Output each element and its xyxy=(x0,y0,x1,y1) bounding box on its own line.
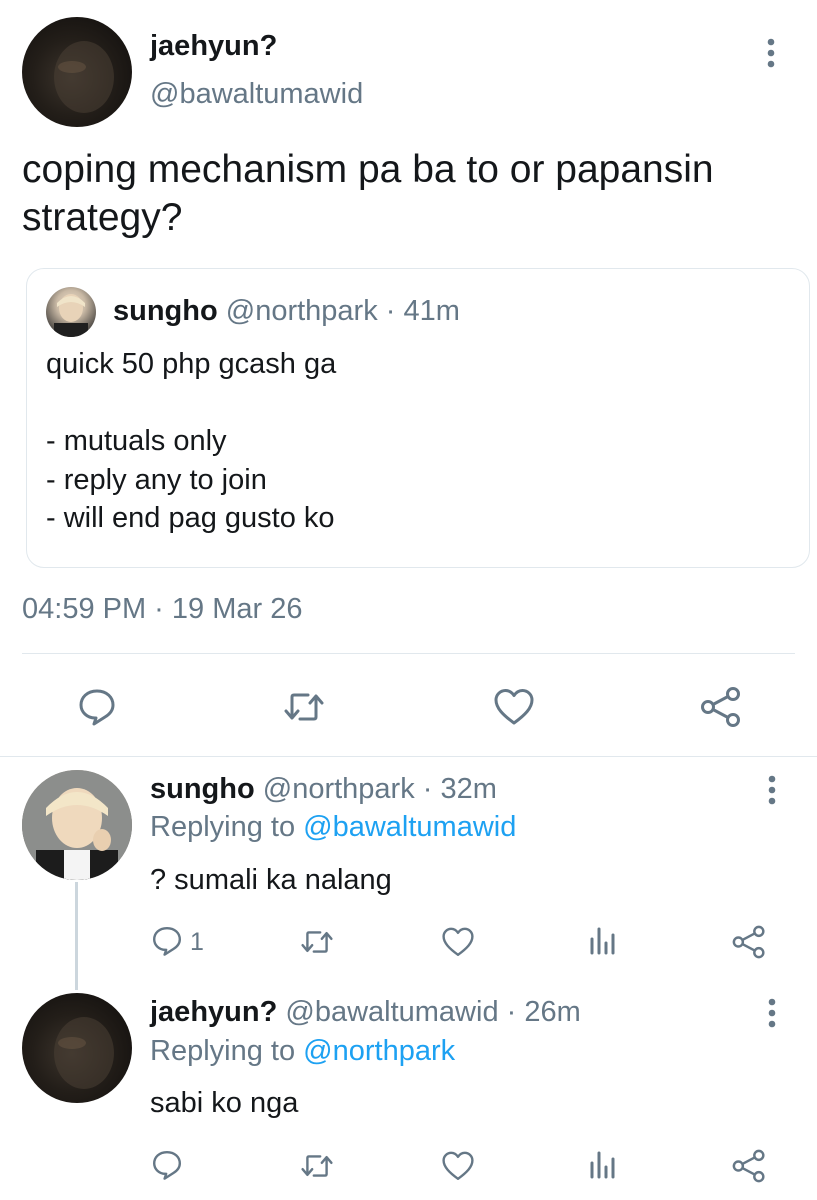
reply-text: sabi ko nga xyxy=(150,1087,299,1119)
reply-avatar[interactable] xyxy=(22,770,132,880)
quoted-text-line-2: - mutuals only xyxy=(46,425,227,457)
quoted-handle: @northpark xyxy=(225,295,378,327)
divider xyxy=(22,653,795,654)
retweet-icon[interactable] xyxy=(282,687,326,727)
tweet-text-line-1: coping mechanism pa ba to or papansin xyxy=(22,148,714,191)
reply-handle[interactable]: @bawaltumawid xyxy=(285,996,498,1028)
retweet-icon[interactable] xyxy=(299,926,335,958)
author-avatar[interactable] xyxy=(22,17,132,127)
thread-connector-line xyxy=(75,882,78,990)
reply-icon[interactable] xyxy=(77,687,117,727)
replying-to-label: Replying to xyxy=(150,811,296,843)
quoted-display-name: sungho xyxy=(113,295,218,327)
more-vertical-icon[interactable] xyxy=(762,998,782,1028)
reply-text: ? sumali ka nalang xyxy=(150,864,392,896)
quoted-text-line-1: quick 50 php gcash ga xyxy=(46,348,337,380)
reply-icon[interactable] xyxy=(150,1149,184,1181)
more-vertical-icon[interactable] xyxy=(761,38,781,68)
share-icon[interactable] xyxy=(731,924,767,960)
replying-to-link[interactable]: @northpark xyxy=(303,1035,455,1067)
reply-avatar[interactable] xyxy=(22,993,132,1103)
more-vertical-icon[interactable] xyxy=(762,775,782,805)
quoted-author-avatar xyxy=(46,287,96,337)
divider xyxy=(0,756,817,757)
author-handle[interactable]: @bawaltumawid xyxy=(150,78,363,111)
author-display-name[interactable]: jaehyun? xyxy=(150,30,277,63)
share-icon[interactable] xyxy=(731,1148,767,1184)
analytics-icon[interactable] xyxy=(588,925,618,957)
reply-count: 1 xyxy=(190,928,204,956)
heart-icon[interactable] xyxy=(493,687,535,727)
reply-display-name[interactable]: jaehyun? xyxy=(150,996,277,1028)
share-icon[interactable] xyxy=(699,685,743,729)
retweet-icon[interactable] xyxy=(299,1150,335,1182)
quoted-text-line-3: - reply any to join xyxy=(46,464,267,496)
reply-icon[interactable] xyxy=(150,925,184,957)
quoted-text-line-4: - will end pag gusto ko xyxy=(46,502,335,534)
heart-icon[interactable] xyxy=(441,1150,475,1182)
reply-time: · 32m xyxy=(422,773,497,805)
replying-to-label: Replying to xyxy=(150,1035,296,1067)
replying-to-link[interactable]: @bawaltumawid xyxy=(303,811,516,843)
tweet-timestamp[interactable]: 04:59 PM · 19 Mar 26 xyxy=(22,593,302,626)
quoted-time: · 41m xyxy=(385,295,460,327)
heart-icon[interactable] xyxy=(441,926,475,958)
reply-handle[interactable]: @northpark xyxy=(263,773,415,805)
reply-display-name[interactable]: sungho xyxy=(150,773,255,805)
analytics-icon[interactable] xyxy=(588,1149,618,1181)
tweet-text-line-2: strategy? xyxy=(22,196,183,239)
reply-time: · 26m xyxy=(506,996,581,1028)
